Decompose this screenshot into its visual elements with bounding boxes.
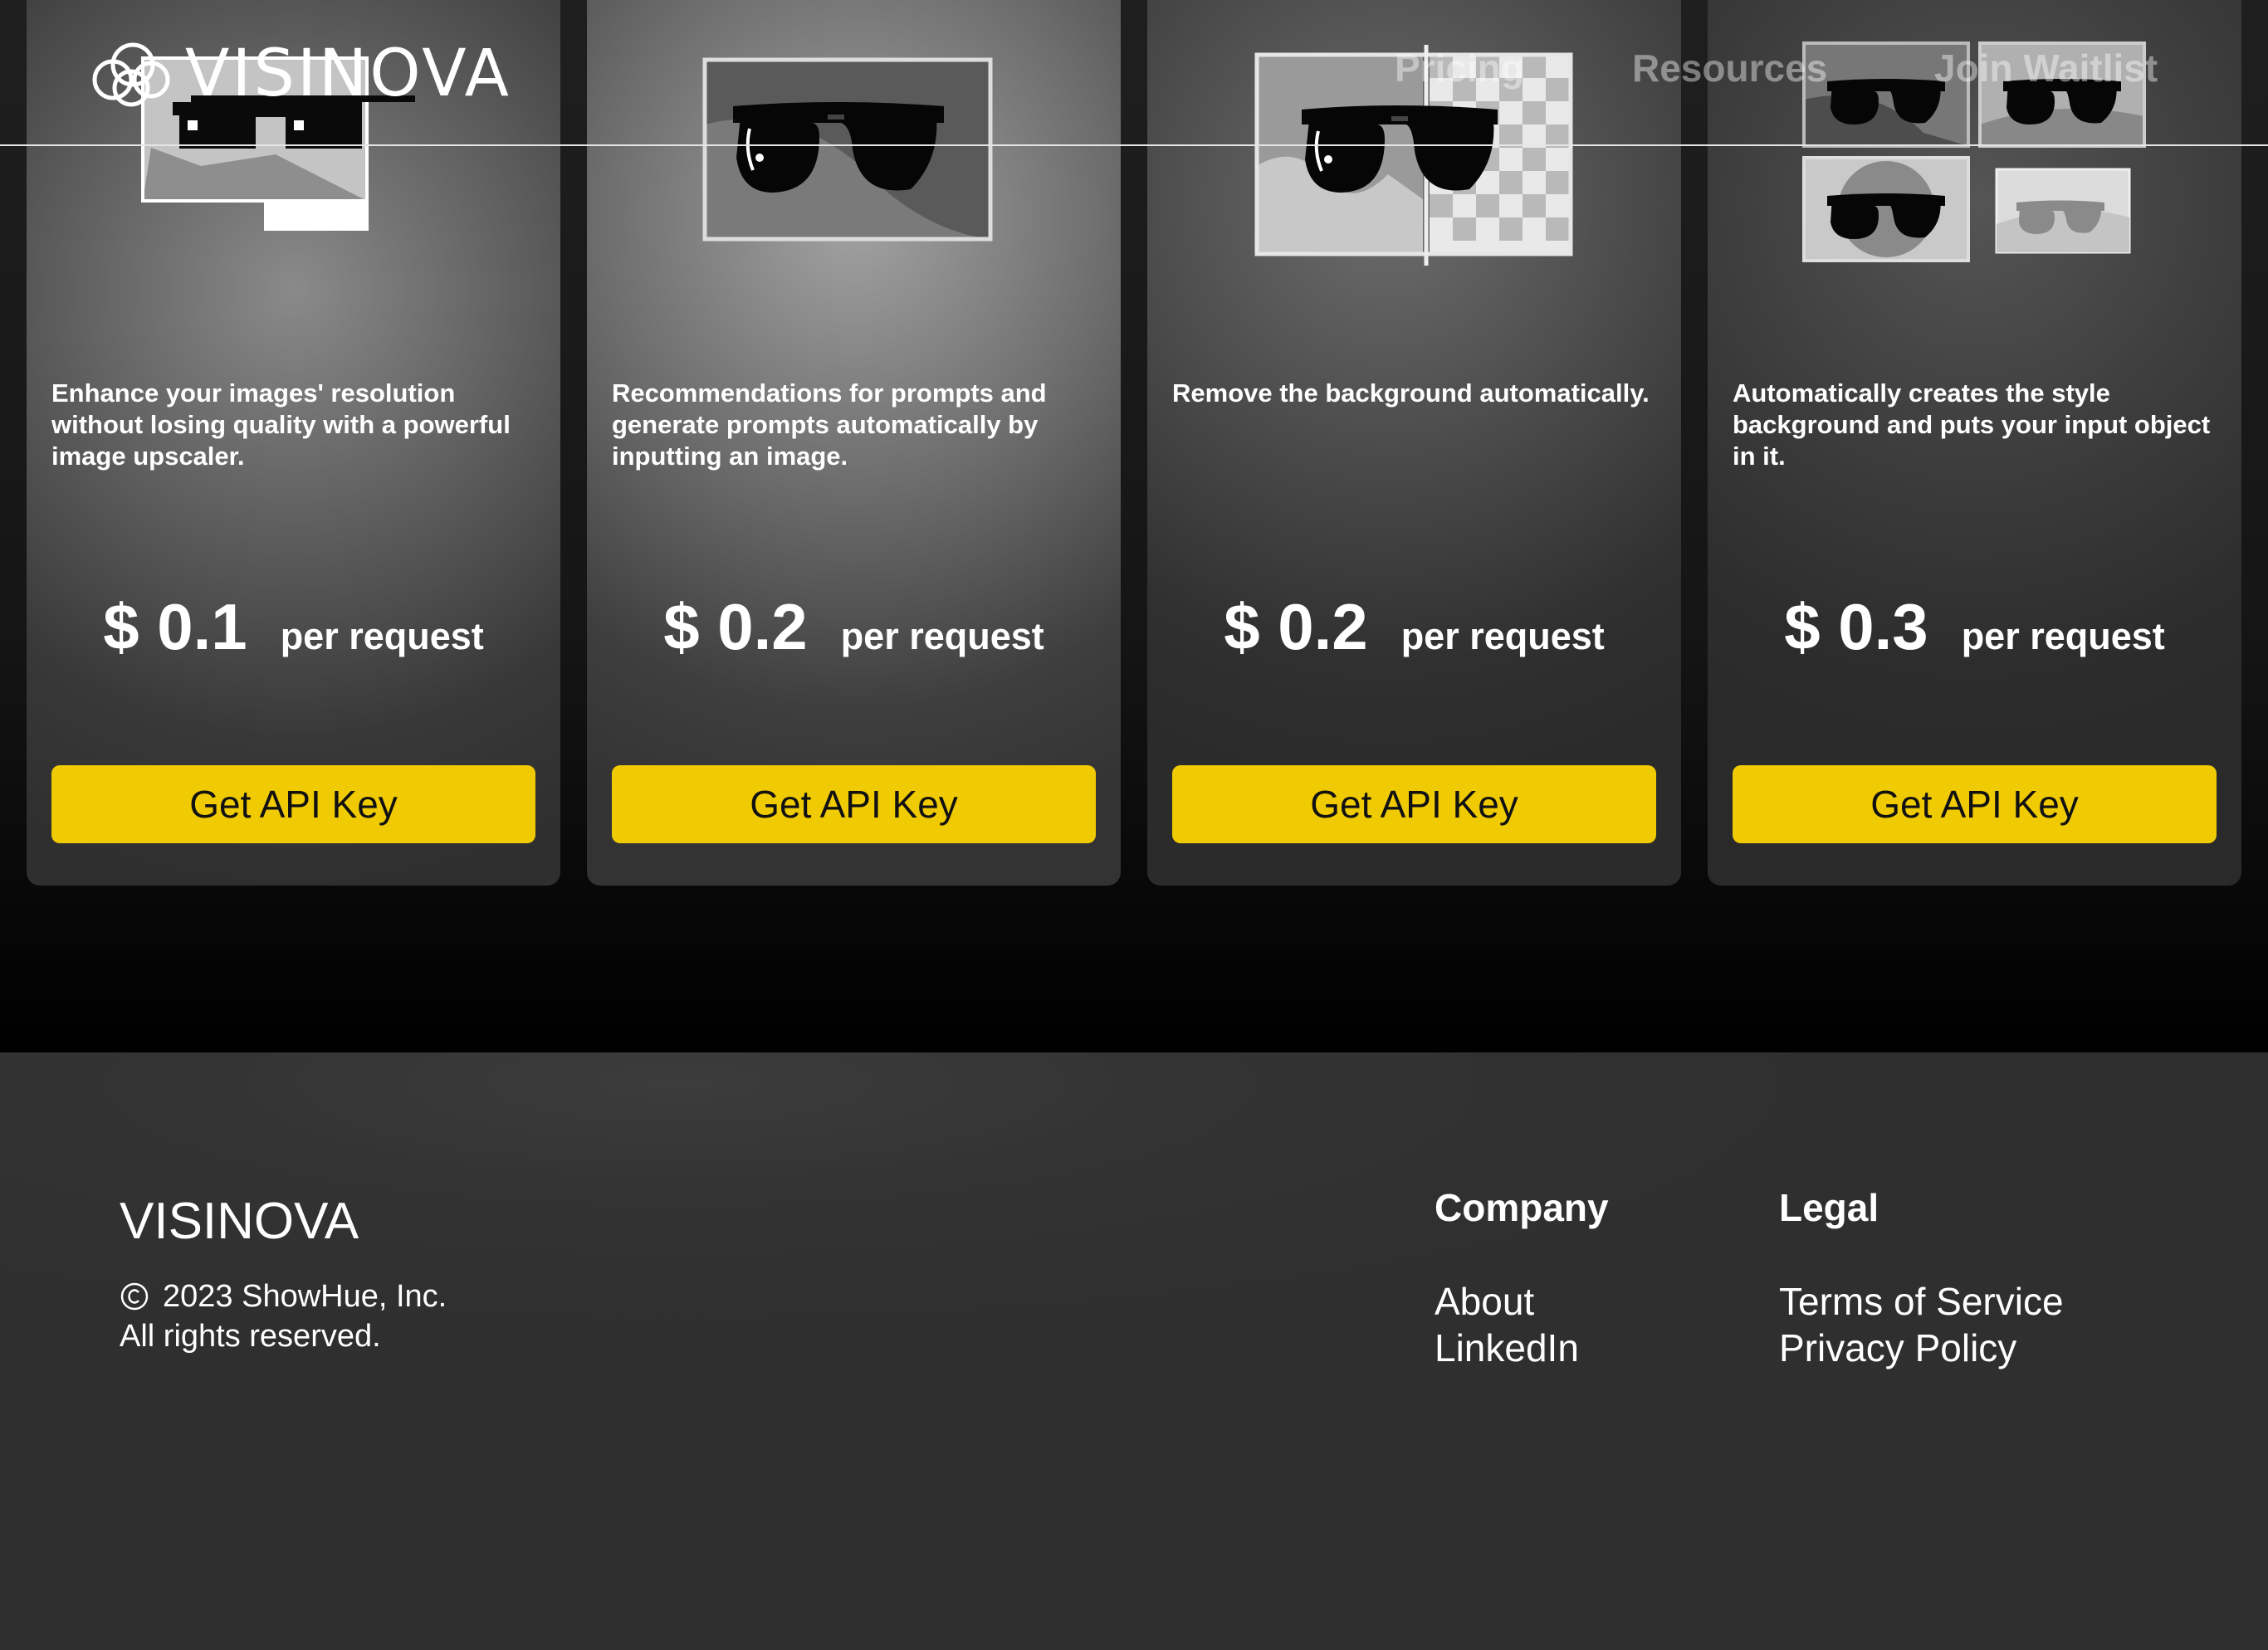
footer-company-heading: Company: [1435, 1186, 1609, 1229]
get-api-key-button[interactable]: Get API Key: [612, 765, 1096, 843]
get-api-key-button[interactable]: Get API Key: [51, 765, 535, 843]
site-footer: VISINOVA 2023 ShowHue, Inc. All rights r…: [0, 1052, 2268, 1650]
price-unit: per request: [1961, 615, 2165, 657]
price-value: $ 0.2: [663, 590, 808, 663]
get-api-key-button[interactable]: Get API Key: [1733, 765, 2217, 843]
price-unit: per request: [280, 615, 484, 657]
price-value: $ 0.3: [1784, 590, 1928, 663]
card-description: Enhance your images' resolution without …: [51, 378, 511, 471]
style-background-grid-icon: [1708, 0, 2241, 274]
price-value: $ 0.2: [1224, 590, 1368, 663]
footer-link-terms[interactable]: Terms of Service: [1779, 1278, 2064, 1325]
card-description: Recommendations for prompts and generate…: [612, 378, 1047, 471]
pricing-section: Enhance your images' resolution without …: [0, 0, 2268, 1052]
pricing-card-background-removal: Remove the background automatically. $ 0…: [1147, 0, 1681, 886]
footer-link-privacy[interactable]: Privacy Policy: [1779, 1325, 2064, 1371]
nav-resources[interactable]: Resources: [1632, 46, 1827, 90]
copyright-icon: [120, 1282, 149, 1311]
nav-pricing[interactable]: Pricing: [1395, 46, 1524, 90]
copyright-line-2: All rights reserved.: [120, 1319, 381, 1354]
card-description: Automatically creates the style backgrou…: [1733, 378, 2211, 471]
footer-link-linkedin[interactable]: LinkedIn: [1435, 1325, 1609, 1371]
get-api-key-button[interactable]: Get API Key: [1172, 765, 1656, 843]
background-removal-icon: [1147, 0, 1681, 274]
footer-company-column: Company About LinkedIn: [1435, 1185, 1609, 1371]
nav-join-waitlist[interactable]: Join Waitlist: [1934, 46, 2158, 90]
site-logo[interactable]: VISINOVA: [86, 37, 511, 111]
brand-name: VISINOVA: [185, 37, 511, 111]
cloud-logo-icon: [92, 42, 170, 107]
pricing-card-upscaler: Enhance your images' resolution without …: [27, 0, 560, 886]
header-divider: [0, 144, 2268, 146]
price-value: $ 0.1: [103, 590, 247, 663]
pricing-card-prompt: Recommendations for prompts and generate…: [587, 0, 1121, 886]
copyright: 2023 ShowHue, Inc. All rights reserved.: [120, 1277, 447, 1356]
footer-brand: VISINOVA: [120, 1193, 359, 1250]
pricing-card-style-background: Automatically creates the style backgrou…: [1708, 0, 2241, 886]
footer-link-about[interactable]: About: [1435, 1278, 1609, 1325]
copyright-line-1: 2023 ShowHue, Inc.: [163, 1279, 447, 1314]
footer-legal-heading: Legal: [1779, 1186, 1879, 1229]
sunglasses-photo-icon: [587, 0, 1121, 274]
footer-legal-column: Legal Terms of Service Privacy Policy: [1779, 1185, 2064, 1371]
card-description: Remove the background automatically.: [1172, 378, 1650, 408]
price-unit: per request: [1400, 615, 1605, 657]
price-unit: per request: [840, 615, 1044, 657]
